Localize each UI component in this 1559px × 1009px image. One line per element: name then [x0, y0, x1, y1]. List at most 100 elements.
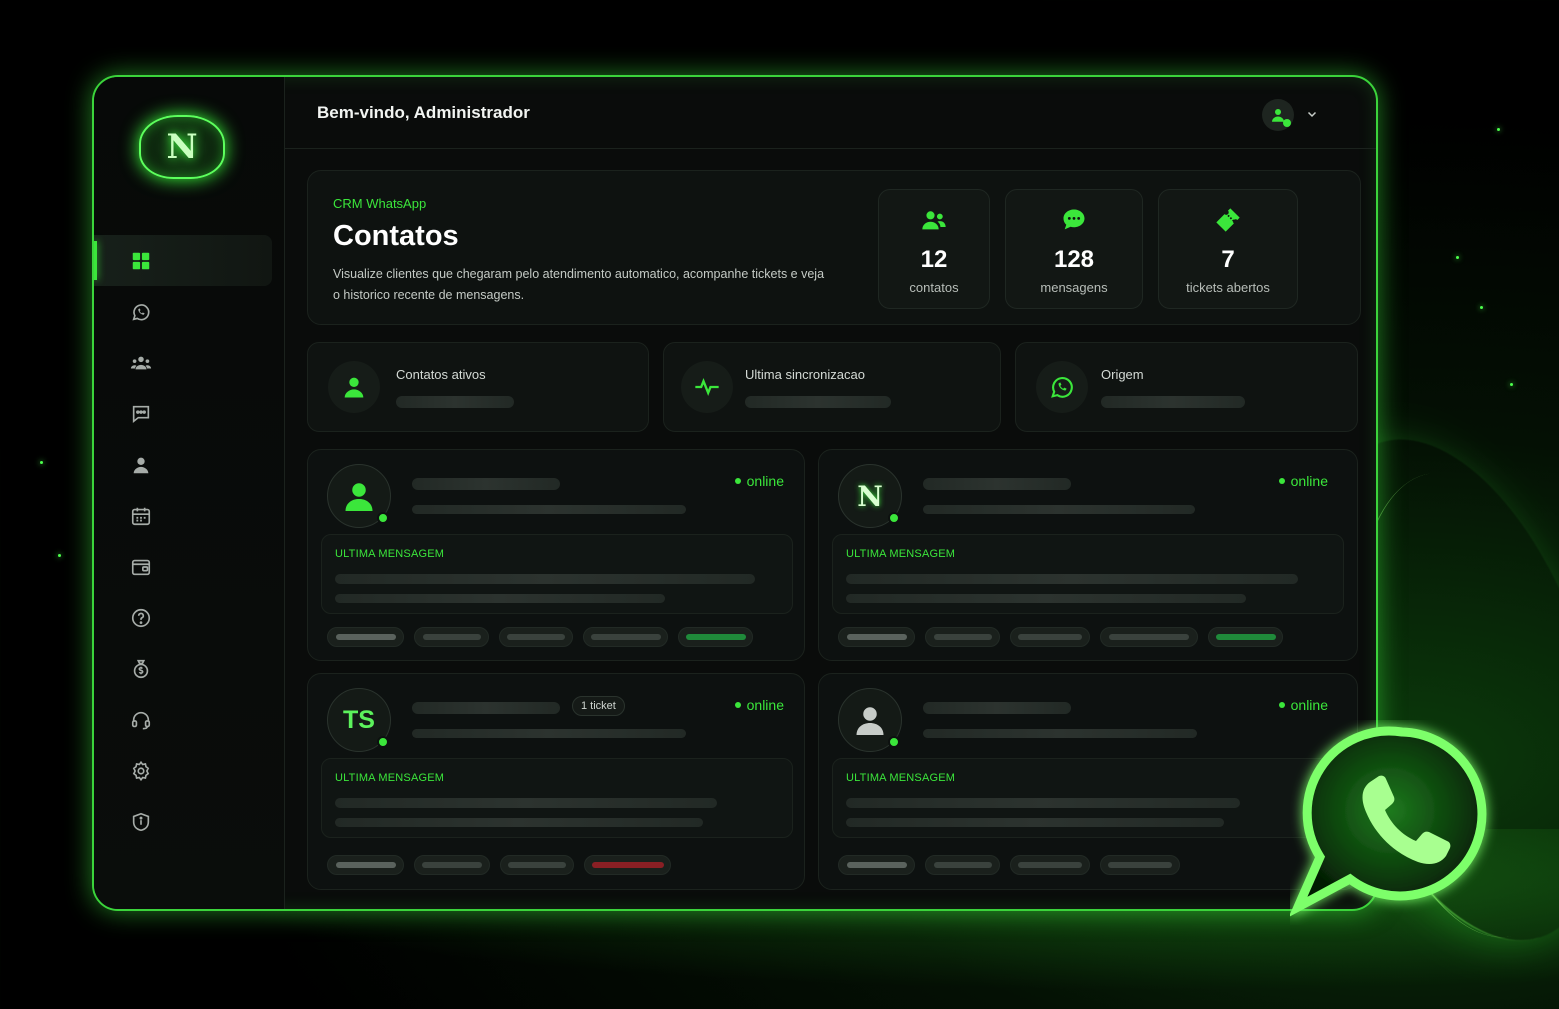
tag-list [838, 855, 1180, 875]
online-status: online [735, 697, 784, 713]
sidebar-item-calendar[interactable] [94, 490, 285, 541]
whatsapp-icon [1051, 377, 1073, 398]
online-status: online [735, 473, 784, 489]
sidebar-item-finance[interactable] [94, 643, 285, 694]
stat-label: contatos [909, 280, 959, 295]
sidebar-item-settings[interactable] [94, 745, 285, 796]
info-card-active-contacts: Contatos ativos [307, 342, 649, 432]
online-dot [888, 736, 900, 748]
sparkle [1480, 306, 1483, 309]
last-message-box: ULTIMA MENSAGEM [321, 534, 793, 614]
sidebar-item-support[interactable] [94, 694, 285, 745]
contact-card[interactable]: online ULTIMA MENSAGEM [307, 449, 805, 661]
contact-card[interactable]: online ULTIMA MENSAGEM [818, 673, 1358, 890]
sparkle [40, 461, 43, 464]
user-avatar[interactable] [1262, 99, 1294, 131]
online-dot [888, 512, 900, 524]
online-dot [1283, 119, 1291, 127]
info-icon-wrap [328, 361, 380, 413]
stat-label: tickets abertos [1186, 280, 1270, 295]
tag-list [327, 627, 753, 647]
page-description: Visualize clientes que chegaram pelo ate… [333, 267, 825, 302]
welcome-text: Bem-vindo, Administrador [317, 102, 530, 122]
tag-list [838, 627, 1283, 647]
tag-pill[interactable] [925, 855, 1000, 875]
tag-pill[interactable] [414, 627, 489, 647]
contact-avatar: N [838, 464, 902, 528]
message-placeholder [335, 574, 755, 584]
brand-logo[interactable]: N [134, 107, 230, 187]
contact-card[interactable]: N online ULTIMA MENSAGEM [818, 449, 1358, 661]
ticket-count-badge: 1 ticket [572, 696, 625, 716]
grid-icon [132, 252, 150, 269]
sidebar-item-messages[interactable] [94, 388, 285, 439]
info-icon-wrap [1036, 361, 1088, 413]
sidebar-item-dashboard[interactable] [94, 235, 272, 286]
stat-value: 12 [920, 246, 948, 273]
user-gray-icon [856, 707, 884, 735]
tag-pill[interactable] [414, 855, 490, 875]
sidebar-item-whatsapp[interactable] [94, 286, 285, 337]
stat-contacts: 12 contatos [878, 189, 990, 309]
last-message-header: ULTIMA MENSAGEM [846, 772, 956, 784]
online-dot [377, 736, 389, 748]
settings-icon [132, 760, 150, 781]
message-placeholder [335, 818, 703, 827]
value-placeholder [396, 396, 514, 408]
whatsapp-logo-icon [1290, 726, 1487, 917]
stat-tickets: 7 tickets abertos [1158, 189, 1298, 309]
last-message-box: ULTIMA MENSAGEM [321, 758, 793, 838]
avatar-initial: N [857, 479, 883, 513]
avatar-initials: TS [343, 705, 375, 734]
tag-pill[interactable] [925, 627, 1000, 647]
page-eyebrow: CRM WhatsApp [333, 196, 427, 211]
tag-pill[interactable] [500, 855, 574, 875]
money-bag-icon [133, 659, 149, 678]
page-header-card: CRM WhatsApp Contatos Visualize clientes… [307, 170, 1361, 325]
info-card-label: Origem [1101, 367, 1144, 382]
chat-bubble-icon [1063, 209, 1085, 230]
message-placeholder [335, 594, 665, 603]
user-menu[interactable] [1262, 99, 1318, 131]
tag-pill[interactable] [1208, 627, 1283, 647]
tag-pill[interactable] [327, 627, 404, 647]
sidebar-item-wallet[interactable] [94, 541, 285, 592]
shield-icon [132, 812, 150, 831]
tag-pill[interactable] [583, 627, 668, 647]
ticket-icon [1216, 208, 1240, 232]
sidebar-item-security[interactable] [94, 796, 285, 847]
value-placeholder [1101, 396, 1245, 408]
tag-pill[interactable] [499, 627, 573, 647]
value-placeholder [745, 396, 891, 408]
sparkle [1510, 383, 1513, 386]
info-card-label: Contatos ativos [396, 367, 486, 382]
sidebar-nav [94, 235, 285, 847]
sparkle [58, 554, 61, 557]
tag-pill[interactable] [838, 855, 915, 875]
contact-card[interactable]: TS 1 ticket online ULTIMA MENSAGEM [307, 673, 805, 890]
tag-pill[interactable] [1100, 855, 1180, 875]
stat-label: mensagens [1040, 280, 1108, 295]
tag-pill[interactable] [1010, 855, 1090, 875]
subtitle-placeholder [923, 729, 1197, 738]
last-message-header: ULTIMA MENSAGEM [335, 548, 445, 560]
last-message-header: ULTIMA MENSAGEM [335, 772, 445, 784]
calendar-icon [131, 507, 151, 525]
brain-logo-icon: N [139, 115, 225, 179]
tag-pill[interactable] [1100, 627, 1198, 647]
name-placeholder [412, 702, 560, 714]
sidebar-item-profile[interactable] [94, 439, 285, 490]
name-placeholder [923, 702, 1071, 714]
user-icon [133, 457, 149, 473]
sidebar-item-contacts[interactable] [94, 337, 285, 388]
sidebar: N [94, 77, 285, 909]
tag-pill[interactable] [1010, 627, 1090, 647]
page-title: Contatos [333, 220, 459, 252]
chevron-down-icon[interactable] [1306, 108, 1318, 123]
tag-pill[interactable] [838, 627, 915, 647]
tag-pill[interactable] [584, 855, 671, 875]
sidebar-item-help[interactable] [94, 592, 285, 643]
tag-pill[interactable] [678, 627, 753, 647]
message-placeholder [846, 818, 1224, 827]
tag-pill[interactable] [327, 855, 404, 875]
